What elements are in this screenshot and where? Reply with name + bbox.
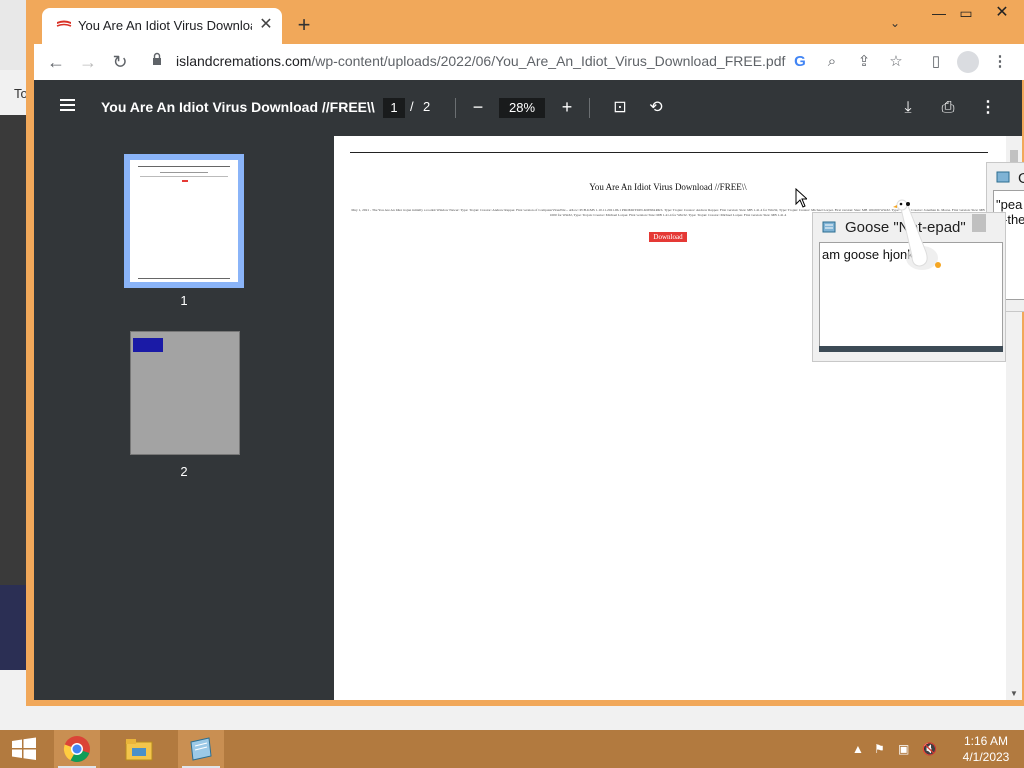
- url-text[interactable]: islandcremations.com/wp-content/uploads/…: [176, 53, 785, 69]
- background-tab[interactable]: [0, 0, 28, 70]
- notepad-statusbar: [819, 346, 1003, 352]
- zoom-icon[interactable]: ⌕: [822, 52, 842, 72]
- maximize-button[interactable]: ▭: [951, 2, 981, 24]
- goose-notepad-2-title: G: [1018, 170, 1024, 187]
- page-separator: /: [410, 99, 414, 114]
- zoom-level-input[interactable]: 28%: [499, 98, 545, 118]
- taskbar-chrome-button[interactable]: [54, 730, 100, 768]
- notepad-close-button[interactable]: [972, 214, 986, 232]
- thumbnail-page-preview: [130, 160, 238, 282]
- toolbar-divider: [455, 98, 456, 118]
- share-icon[interactable]: ⇪: [854, 52, 874, 72]
- lock-icon[interactable]: [152, 52, 162, 66]
- pdf-favicon-icon: [56, 20, 72, 27]
- notepad-icon: [996, 171, 1010, 183]
- minimize-button[interactable]: —: [924, 2, 954, 24]
- taskbar-clock[interactable]: 1:16 AM 4/1/2023: [954, 733, 1018, 765]
- toolbar-divider: [589, 98, 590, 118]
- zoom-out-button[interactable]: −: [467, 96, 489, 118]
- chrome-icon: [63, 736, 90, 763]
- tray-overflow-chevron-icon[interactable]: ▲: [852, 742, 864, 756]
- clock-date: 4/1/2023: [962, 750, 1010, 764]
- pdf-download-link[interactable]: Download: [649, 232, 687, 242]
- goose-icon: [893, 199, 941, 270]
- thumbnail-label-1: 1: [180, 293, 188, 308]
- windows-start-icon[interactable]: [10, 737, 38, 761]
- browser-menu-icon[interactable]: ⋮: [990, 52, 1010, 72]
- forward-button[interactable]: →: [76, 50, 100, 74]
- download-icon[interactable]: ⤓: [896, 96, 920, 120]
- clock-time: 1:16 AM: [963, 734, 1009, 748]
- background-panel-dark: [0, 585, 26, 670]
- thumbnail-content-block: [133, 338, 163, 352]
- print-icon[interactable]: ⎙: [936, 96, 960, 120]
- network-icon[interactable]: ▣: [898, 742, 909, 756]
- google-lens-icon[interactable]: G: [790, 52, 810, 72]
- side-panel-icon[interactable]: ▯: [926, 52, 946, 72]
- mouse-cursor-icon: [795, 188, 807, 208]
- pdf-document-title: You Are An Idiot Virus Download //FREE\\: [101, 99, 375, 115]
- tab-search-chevron-icon[interactable]: ⌄: [890, 16, 900, 30]
- profile-avatar-icon[interactable]: [957, 51, 979, 73]
- fit-to-page-icon[interactable]: ⊡: [608, 96, 632, 120]
- zoom-in-button[interactable]: +: [556, 96, 578, 118]
- page-thumbnail-2[interactable]: [130, 331, 240, 455]
- page-number-input[interactable]: 1: [383, 98, 405, 118]
- notepad-icon: [822, 221, 836, 233]
- pdf-heading: You Are An Idiot Virus Download //FREE\\: [589, 182, 747, 192]
- thumbnail-label-2: 2: [180, 464, 188, 479]
- close-window-button[interactable]: ✕: [987, 2, 1017, 24]
- back-button[interactable]: ←: [44, 50, 68, 74]
- goose-notepad-2-line2: -the: [1003, 212, 1024, 227]
- pdf-horizontal-rule: [350, 152, 988, 153]
- tab-title: You Are An Idiot Virus Download //FREE\\: [78, 18, 252, 33]
- hamburger-menu-icon[interactable]: [58, 97, 78, 113]
- taskbar-file-explorer-button[interactable]: [116, 730, 162, 768]
- url-domain: islandcremations.com: [176, 53, 312, 69]
- reload-button[interactable]: ↻: [108, 50, 132, 74]
- pdf-more-options-icon[interactable]: ⋮: [976, 96, 1000, 120]
- bookmark-star-icon[interactable]: ☆: [886, 52, 906, 72]
- volume-muted-icon[interactable]: 🔇: [922, 742, 937, 756]
- notepad-icon: [190, 737, 212, 761]
- page-total: 2: [423, 99, 431, 114]
- action-center-flag-icon[interactable]: ⚑: [874, 742, 885, 756]
- url-path: /wp-content/uploads/2022/06/You_Are_An_I…: [311, 53, 786, 69]
- rotate-icon[interactable]: ⟲: [644, 96, 668, 120]
- goose-notepad-2-line1: "pea: [996, 197, 1023, 212]
- tab-close-icon[interactable]: ✕: [258, 14, 274, 34]
- taskbar-notepad-button[interactable]: [178, 730, 224, 768]
- page-thumbnail-1[interactable]: [124, 154, 244, 288]
- new-tab-button[interactable]: +: [292, 13, 316, 37]
- file-explorer-icon: [125, 739, 153, 761]
